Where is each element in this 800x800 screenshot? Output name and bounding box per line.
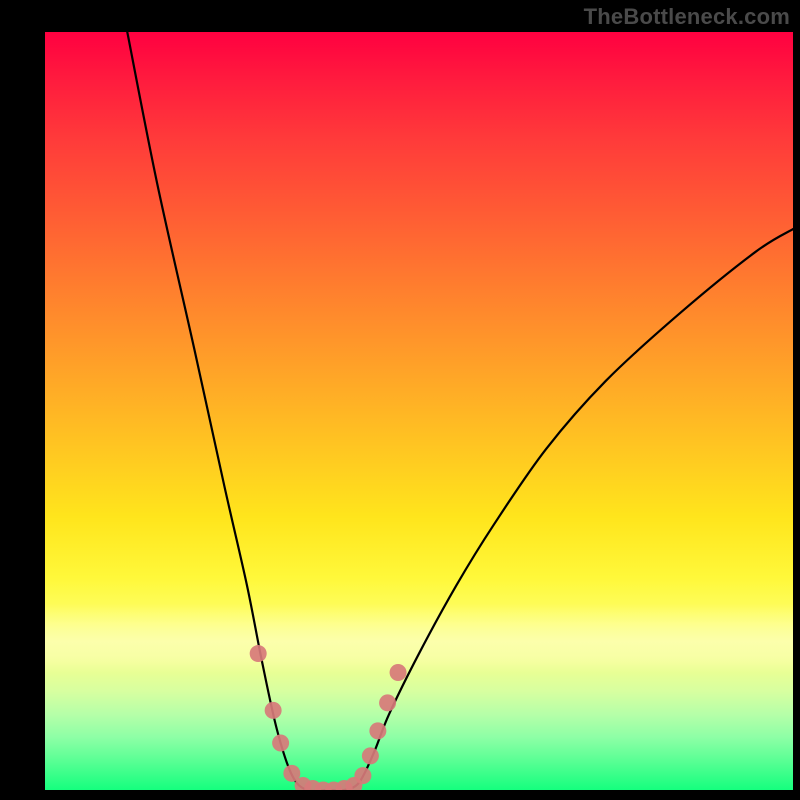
marker-dot [362, 747, 379, 764]
marker-dot [265, 702, 282, 719]
plot-area [45, 32, 793, 790]
curve-svg [45, 32, 793, 790]
bottleneck-curve [127, 32, 793, 790]
marker-dot [272, 735, 289, 752]
marker-dot [390, 664, 407, 681]
curve-group [127, 32, 793, 790]
watermark-text: TheBottleneck.com [584, 4, 790, 30]
chart-frame: TheBottleneck.com [0, 0, 800, 800]
marker-dot [369, 722, 386, 739]
marker-dot [250, 645, 267, 662]
highlight-markers [250, 645, 407, 790]
marker-dot [379, 694, 396, 711]
marker-dot [354, 767, 371, 784]
